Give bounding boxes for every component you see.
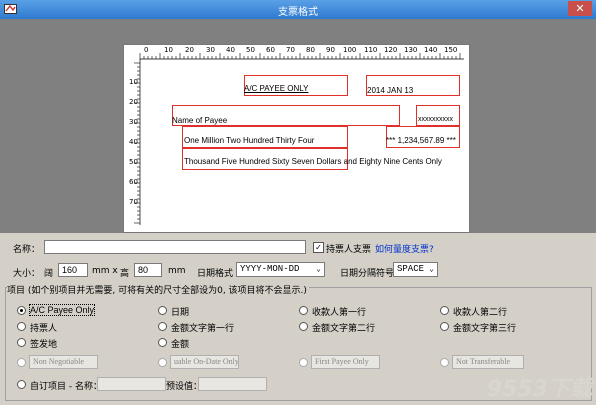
payee-only-text: A/C PAYEE ONLY	[244, 84, 309, 93]
radio-amount-words-line2[interactable]	[299, 322, 308, 331]
option-amount-words-line3-label: 金额文字第三行	[453, 324, 517, 334]
radio-custom-item[interactable]	[17, 380, 26, 389]
ruler-top-label: 70	[286, 46, 295, 54]
height-input[interactable]: 80	[134, 263, 162, 277]
date-format-value: YYYY-MON-DD	[240, 264, 300, 274]
amount-words-2-text: Thousand Five Hundred Sixty Seven Dollar…	[184, 157, 442, 166]
ruler-left-label: 40	[129, 138, 138, 146]
width-unit: mm x	[92, 266, 118, 276]
option-amount-words-line2-label: 金额文字第二行	[312, 324, 376, 334]
date-format-select[interactable]: YYYY-MON-DD ⌄	[236, 262, 325, 277]
ruler-top-label: 120	[384, 46, 398, 54]
radio-payee-line2[interactable]	[440, 306, 449, 315]
name-label: 名称：	[13, 245, 41, 255]
radio-payee-line1[interactable]	[299, 306, 308, 315]
check-preview-area: 0 10 20 30 40 50 60 70 80 90 100 110 120…	[0, 19, 596, 233]
option-payee-line1-label: 收款人第一行	[312, 308, 367, 318]
custom-item-name-input[interactable]	[97, 377, 166, 391]
preset-value-input[interactable]	[198, 377, 267, 391]
width-input[interactable]: 160	[58, 263, 88, 277]
custom-item-label: 自订项目 - 名称：	[30, 382, 102, 392]
amount-words-1-text: One Million Two Hundred Thirty Four	[184, 136, 315, 145]
holder-check-label: 持票人支票	[326, 245, 372, 255]
ruler-top-label: 30	[206, 46, 215, 54]
ruler-top-label: 10	[164, 46, 173, 54]
ruler-left-label: 10	[129, 78, 138, 86]
width-label: 阔	[44, 269, 54, 279]
ruler-top-label: 60	[266, 46, 275, 54]
option-amount-label: 金额	[171, 340, 190, 350]
option-amount-words-line1-label: 金额文字第一行	[171, 324, 235, 334]
ruler-top-label: 80	[306, 46, 315, 54]
option-holder-label: 持票人	[30, 324, 58, 334]
ruler-top-label: 140	[424, 46, 438, 54]
first-payee-only-field[interactable]: First Payee Only	[311, 355, 380, 369]
ruler-left-label: 70	[129, 198, 138, 206]
non-negotiable-field[interactable]: Non Negotiable	[29, 355, 98, 369]
name-input[interactable]	[44, 240, 306, 254]
ruler-left-label: 20	[129, 98, 138, 106]
ruler-top-label: 0	[144, 46, 149, 54]
ruler-left-label: 30	[129, 118, 138, 126]
window-title: 支票格式	[278, 7, 318, 18]
watermark: 9553下载	[486, 377, 592, 402]
radio-amount[interactable]	[158, 338, 167, 347]
items-group-title: 项目 (如个别项目并无需要, 可将有关的尺寸全部设为0, 该项目将不会显示.)	[7, 283, 309, 296]
ruler-top-label: 90	[326, 46, 335, 54]
radio-not-transferable[interactable]	[440, 358, 449, 367]
name-of-payee-text: Name of Payee	[172, 116, 228, 125]
radio-issue-place[interactable]	[17, 338, 26, 347]
radio-ac-payee-only[interactable]	[17, 306, 26, 315]
valuable-on-date-field[interactable]: uable On-Date Only	[170, 355, 239, 369]
radio-holder[interactable]	[17, 322, 26, 331]
ruler-top-label: 50	[246, 46, 255, 54]
radio-valuable-on-date[interactable]	[158, 358, 167, 367]
date-text: 2014 JAN 13	[367, 86, 414, 95]
ruler-top-label: 40	[226, 46, 235, 54]
option-issue-place-label: 签发地	[30, 340, 58, 350]
ruler-top-label: 110	[364, 46, 378, 54]
radio-amount-words-line3[interactable]	[440, 322, 449, 331]
marks-text: xxxxxxxxxx	[418, 116, 453, 123]
ruler-top-label: 100	[343, 46, 357, 54]
ruler-top-label: 150	[444, 46, 458, 54]
date-separator-value: SPACE	[397, 264, 425, 274]
preset-value-label: 预设值：	[166, 382, 203, 392]
height-label: 高	[120, 269, 130, 279]
chevron-down-icon: ⌄	[429, 265, 434, 274]
chevron-down-icon: ⌄	[316, 265, 321, 274]
radio-first-payee-only[interactable]	[299, 358, 308, 367]
check-paper: 0 10 20 30 40 50 60 70 80 90 100 110 120…	[123, 44, 470, 233]
date-separator-label: 日期分隔符号	[340, 269, 395, 279]
option-date-label: 日期	[171, 308, 190, 318]
ruler-left-label: 50	[129, 158, 138, 166]
how-to-measure-link[interactable]: 如何量度支票?	[375, 242, 434, 255]
ruler-left-label: 60	[129, 178, 138, 186]
ruler-top-label: 20	[185, 46, 194, 54]
height-unit: mm	[168, 266, 186, 276]
size-label: 大小：	[13, 269, 41, 279]
date-separator-select[interactable]: SPACE ⌄	[393, 262, 438, 277]
title-bar: 支票格式 ✕	[0, 0, 596, 19]
radio-date[interactable]	[158, 306, 167, 315]
option-ac-payee-only-label: A/C Payee Only	[28, 304, 96, 316]
close-button[interactable]: ✕	[568, 1, 592, 16]
date-format-label: 日期格式	[197, 269, 234, 279]
not-transferable-field[interactable]: Not Transferable	[452, 355, 524, 369]
option-payee-line2-label: 收款人第二行	[453, 308, 508, 318]
holder-check-checkbox[interactable]: ✓	[313, 242, 324, 253]
radio-non-negotiable[interactable]	[17, 358, 26, 367]
amount-number-text: *** 1,234,567.89 ***	[386, 136, 456, 145]
ruler-top-label: 130	[404, 46, 418, 54]
radio-amount-words-line1[interactable]	[158, 322, 167, 331]
